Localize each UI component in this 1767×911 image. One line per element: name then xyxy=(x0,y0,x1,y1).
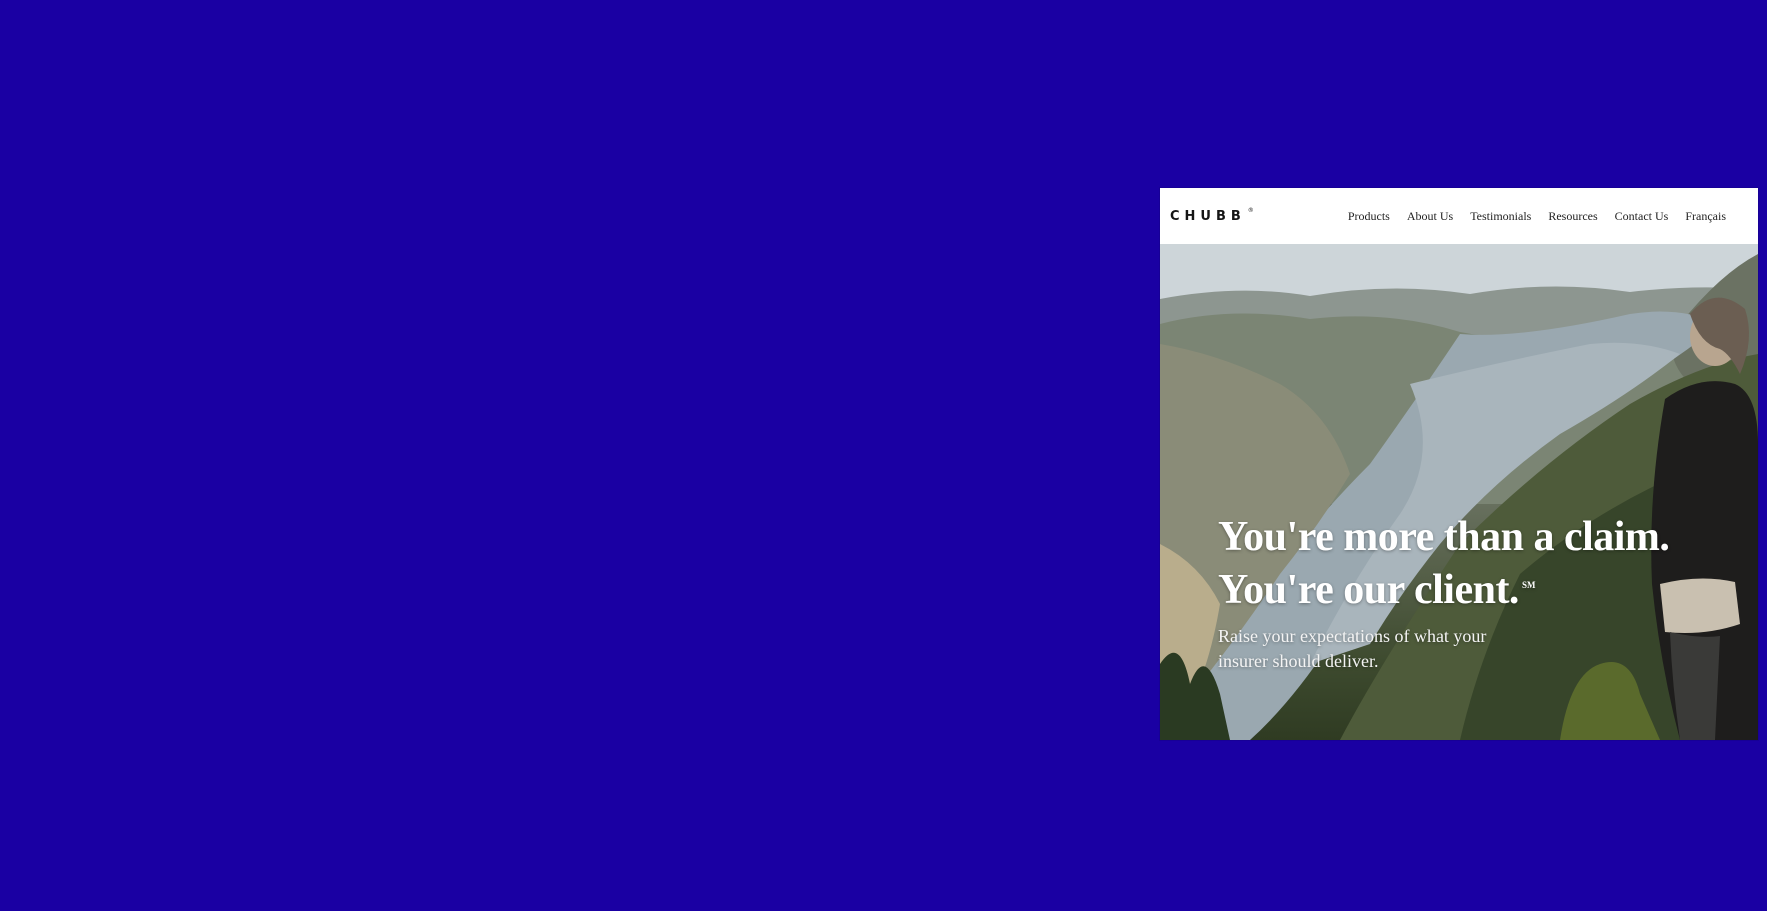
hero-heading-line-1: You're more than a claim. xyxy=(1218,514,1670,560)
nav-francais[interactable]: Français xyxy=(1685,209,1726,224)
chubb-logo[interactable]: CHUBB ® xyxy=(1170,206,1254,224)
hero-heading: You're more than a claim. You're our cli… xyxy=(1218,513,1738,614)
hero-text-block: You're more than a claim. You're our cli… xyxy=(1218,513,1738,674)
hero-heading-line-2: You're our client. SM xyxy=(1218,561,1738,614)
nav-testimonials[interactable]: Testimonials xyxy=(1470,209,1531,224)
nav-products[interactable]: Products xyxy=(1348,209,1390,224)
nav-resources[interactable]: Resources xyxy=(1548,209,1597,224)
hero-heading-line-2-text: You're our client. xyxy=(1218,567,1519,613)
logo-text: CHUBB xyxy=(1170,208,1246,224)
logo-registered-mark: ® xyxy=(1247,206,1254,214)
service-mark: SM xyxy=(1521,580,1536,590)
hero-subheading: Raise your expectations of what your ins… xyxy=(1218,626,1487,671)
website-preview: CHUBB ® Products About Us Testimonials Re… xyxy=(1160,188,1758,740)
main-navigation: Products About Us Testimonials Resources… xyxy=(1348,209,1726,224)
hero-banner: You're more than a claim. You're our cli… xyxy=(1160,244,1758,740)
nav-about-us[interactable]: About Us xyxy=(1407,209,1453,224)
site-header: CHUBB ® Products About Us Testimonials Re… xyxy=(1160,188,1758,244)
nav-contact-us[interactable]: Contact Us xyxy=(1615,209,1669,224)
